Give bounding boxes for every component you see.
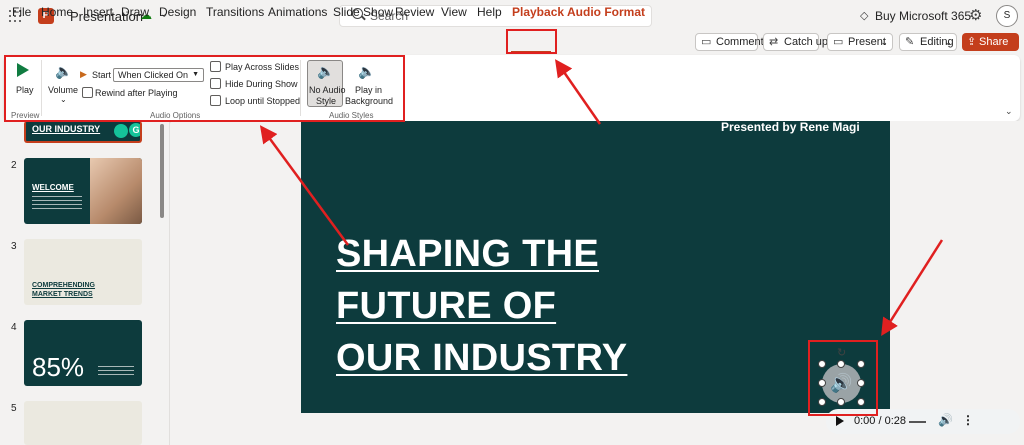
volume-icon[interactable]: 🔊: [938, 413, 953, 427]
annotation-box-audio: [808, 340, 878, 416]
editing-button[interactable]: ✎ Editing ⌄: [899, 33, 957, 51]
progress-bar[interactable]: [909, 421, 926, 423]
tab-view[interactable]: View: [441, 5, 467, 19]
thumbnail-scrollbar[interactable]: [160, 124, 164, 218]
tab-home[interactable]: Home: [41, 5, 73, 19]
slide-thumbnail-4[interactable]: 85%: [24, 320, 142, 386]
slide-number: 4: [11, 322, 17, 333]
g-badge-icon: G: [129, 123, 140, 137]
slide-thumbnail-2[interactable]: WELCOME: [24, 158, 142, 224]
slide-subtitle[interactable]: Presented by Rene Magi: [721, 121, 860, 134]
tab-file[interactable]: File: [12, 5, 31, 19]
tab-animations[interactable]: Animations: [268, 5, 327, 19]
play-icon[interactable]: [836, 416, 844, 426]
slide-title-line-3[interactable]: OUR INDUSTRY: [336, 337, 627, 380]
portrait-photo: [90, 158, 142, 224]
thumbnail-stat: 85%: [32, 352, 85, 382]
comments-label: Comments: [716, 36, 770, 48]
tab-help[interactable]: Help: [477, 5, 502, 19]
tab-audio-format[interactable]: Audio Format: [567, 5, 645, 19]
share-icon: ⇪: [967, 36, 977, 48]
thumbnail-title: MARKET TRENDS: [32, 291, 93, 298]
main-slide[interactable]: Presented by Rene Magi SHAPING THE FUTUR…: [301, 121, 890, 413]
present-button[interactable]: ▭ Present ⌄: [827, 33, 893, 51]
slide-number: 5: [11, 403, 17, 414]
tab-review[interactable]: Review: [395, 5, 434, 19]
tab-transitions[interactable]: Transitions: [206, 5, 264, 19]
thumbnail-title: COMPREHENDING: [32, 282, 96, 289]
catch-up-label: Catch up: [784, 36, 829, 48]
tab-draw[interactable]: Draw: [121, 5, 149, 19]
buy-microsoft-link[interactable]: Buy Microsoft 365: [875, 9, 971, 23]
grammarly-icon: [114, 124, 128, 138]
comment-icon: ▭: [701, 36, 712, 48]
catch-up-button[interactable]: ⇄ Catch up: [763, 33, 828, 51]
slide-number: 2: [11, 160, 17, 171]
catch-up-icon: ⇄: [769, 36, 779, 48]
slide-number: 3: [11, 241, 17, 252]
thumbnail-text-lines: [32, 196, 82, 210]
annotation-box-playback: [506, 29, 557, 54]
present-icon: ▭: [833, 36, 844, 48]
thumbnail-title: OUR INDUSTRY: [32, 124, 101, 134]
chevron-down-icon: ⌄: [944, 37, 952, 47]
tab-slide-show[interactable]: Slide Show: [333, 5, 393, 19]
player-time: 0:00 / 0:28: [854, 415, 906, 427]
annotation-box-ribbon: [4, 55, 405, 122]
share-button[interactable]: ⇪ Share: [962, 33, 1019, 51]
slide-title-line-1[interactable]: SHAPING THE: [336, 233, 599, 276]
diamond-icon: ◇: [860, 10, 869, 22]
slide-thumbnail-5[interactable]: [24, 401, 142, 445]
tab-playback[interactable]: Playback: [512, 5, 564, 19]
tab-insert[interactable]: Insert: [83, 5, 113, 19]
avatar[interactable]: S: [996, 5, 1018, 27]
comments-button[interactable]: ▭ Comments: [695, 33, 769, 51]
thumbnail-title: WELCOME: [32, 183, 74, 192]
pencil-icon: ✎: [905, 36, 915, 48]
gear-icon[interactable]: ⚙: [969, 6, 982, 24]
slide-thumbnail-3[interactable]: COMPREHENDING MARKET TRENDS: [24, 239, 142, 305]
thumbnail-text-lines: [98, 366, 134, 378]
chevron-down-icon: ⌄: [880, 37, 888, 47]
share-label: Share: [979, 36, 1009, 48]
slide-thumbnail-1[interactable]: OUR INDUSTRY G: [24, 121, 142, 143]
ribbon-expand-chevron-icon[interactable]: ⌄: [1005, 106, 1013, 117]
tab-design[interactable]: Design: [159, 5, 196, 19]
more-options-icon[interactable]: ⋮: [962, 413, 974, 427]
slide-title-line-2[interactable]: FUTURE OF: [336, 285, 556, 328]
